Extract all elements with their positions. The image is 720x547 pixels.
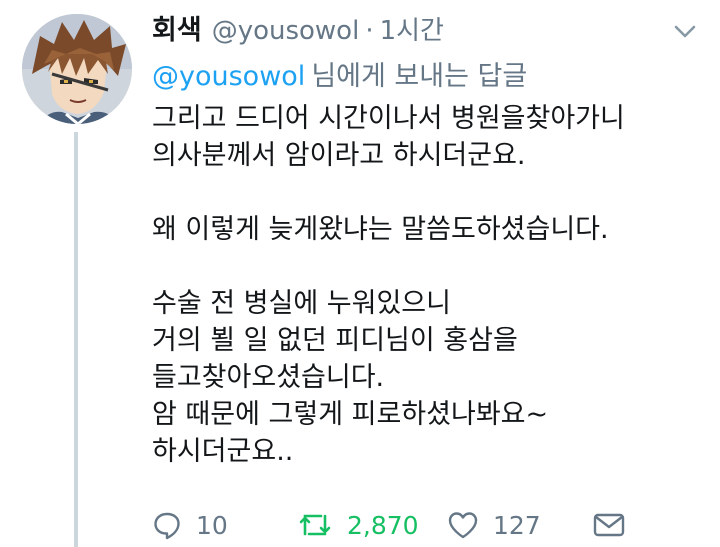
like-button[interactable]: 127 [447, 505, 541, 545]
heart-icon [447, 510, 479, 540]
tweet-text-line: 들고찾아오셨습니다. [152, 362, 385, 393]
reply-button[interactable]: 10 [152, 505, 228, 545]
tweet-actions: 10 2,870 127 [152, 505, 672, 545]
reply-count: 10 [196, 510, 228, 540]
retweet-icon [297, 510, 333, 540]
header-separator: · [365, 16, 374, 46]
tweet-text-line: 왜 이렇게 늦게왔냐는 말씀도하셨습니다. [152, 214, 609, 245]
reply-bubble-icon [152, 510, 182, 540]
like-count: 127 [493, 510, 541, 540]
tweet-header: 회색 @yousowol · 1시간 [152, 8, 444, 48]
retweet-count: 2,870 [347, 510, 419, 540]
tweet: 회색 @yousowol · 1시간 @yousowol 님에게 보내는 답글 그… [0, 0, 720, 547]
reply-context: @yousowol 님에게 보내는 답글 [152, 54, 527, 93]
avatar[interactable] [22, 14, 132, 124]
tweet-text-line: 거의 뵐 일 없던 피디님이 홍삼을 [152, 325, 518, 356]
tweet-timestamp[interactable]: 1시간 [380, 10, 444, 47]
chevron-down-icon[interactable] [670, 18, 700, 44]
direct-message-button[interactable] [592, 505, 626, 545]
reply-to-mention[interactable]: @yousowol [152, 61, 305, 92]
tweet-text-line: 그리고 드디어 시간이나서 병원을찾아가니 [152, 103, 625, 134]
retweet-button[interactable]: 2,870 [297, 505, 419, 545]
tweet-text-line: 의사분께서 암이라고 하시더군요. [152, 140, 526, 171]
tweet-text-line: 하시더군요.. [152, 436, 294, 467]
display-name[interactable]: 회색 [152, 8, 202, 47]
tweet-text-line: 암 때문에 그렇게 피로하셨나봐요~ [152, 399, 549, 430]
avatar-illustration [22, 14, 132, 124]
reply-to-suffix: 님에게 보내는 답글 [311, 61, 528, 92]
tweet-text: 그리고 드디어 시간이나서 병원을찾아가니 의사분께서 암이라고 하시더군요. … [152, 100, 702, 470]
user-handle[interactable]: @yousowol [212, 16, 360, 46]
thread-line [74, 132, 78, 547]
tweet-text-line: 수술 전 병실에 누워있으니 [152, 288, 451, 319]
envelope-icon [592, 510, 626, 540]
